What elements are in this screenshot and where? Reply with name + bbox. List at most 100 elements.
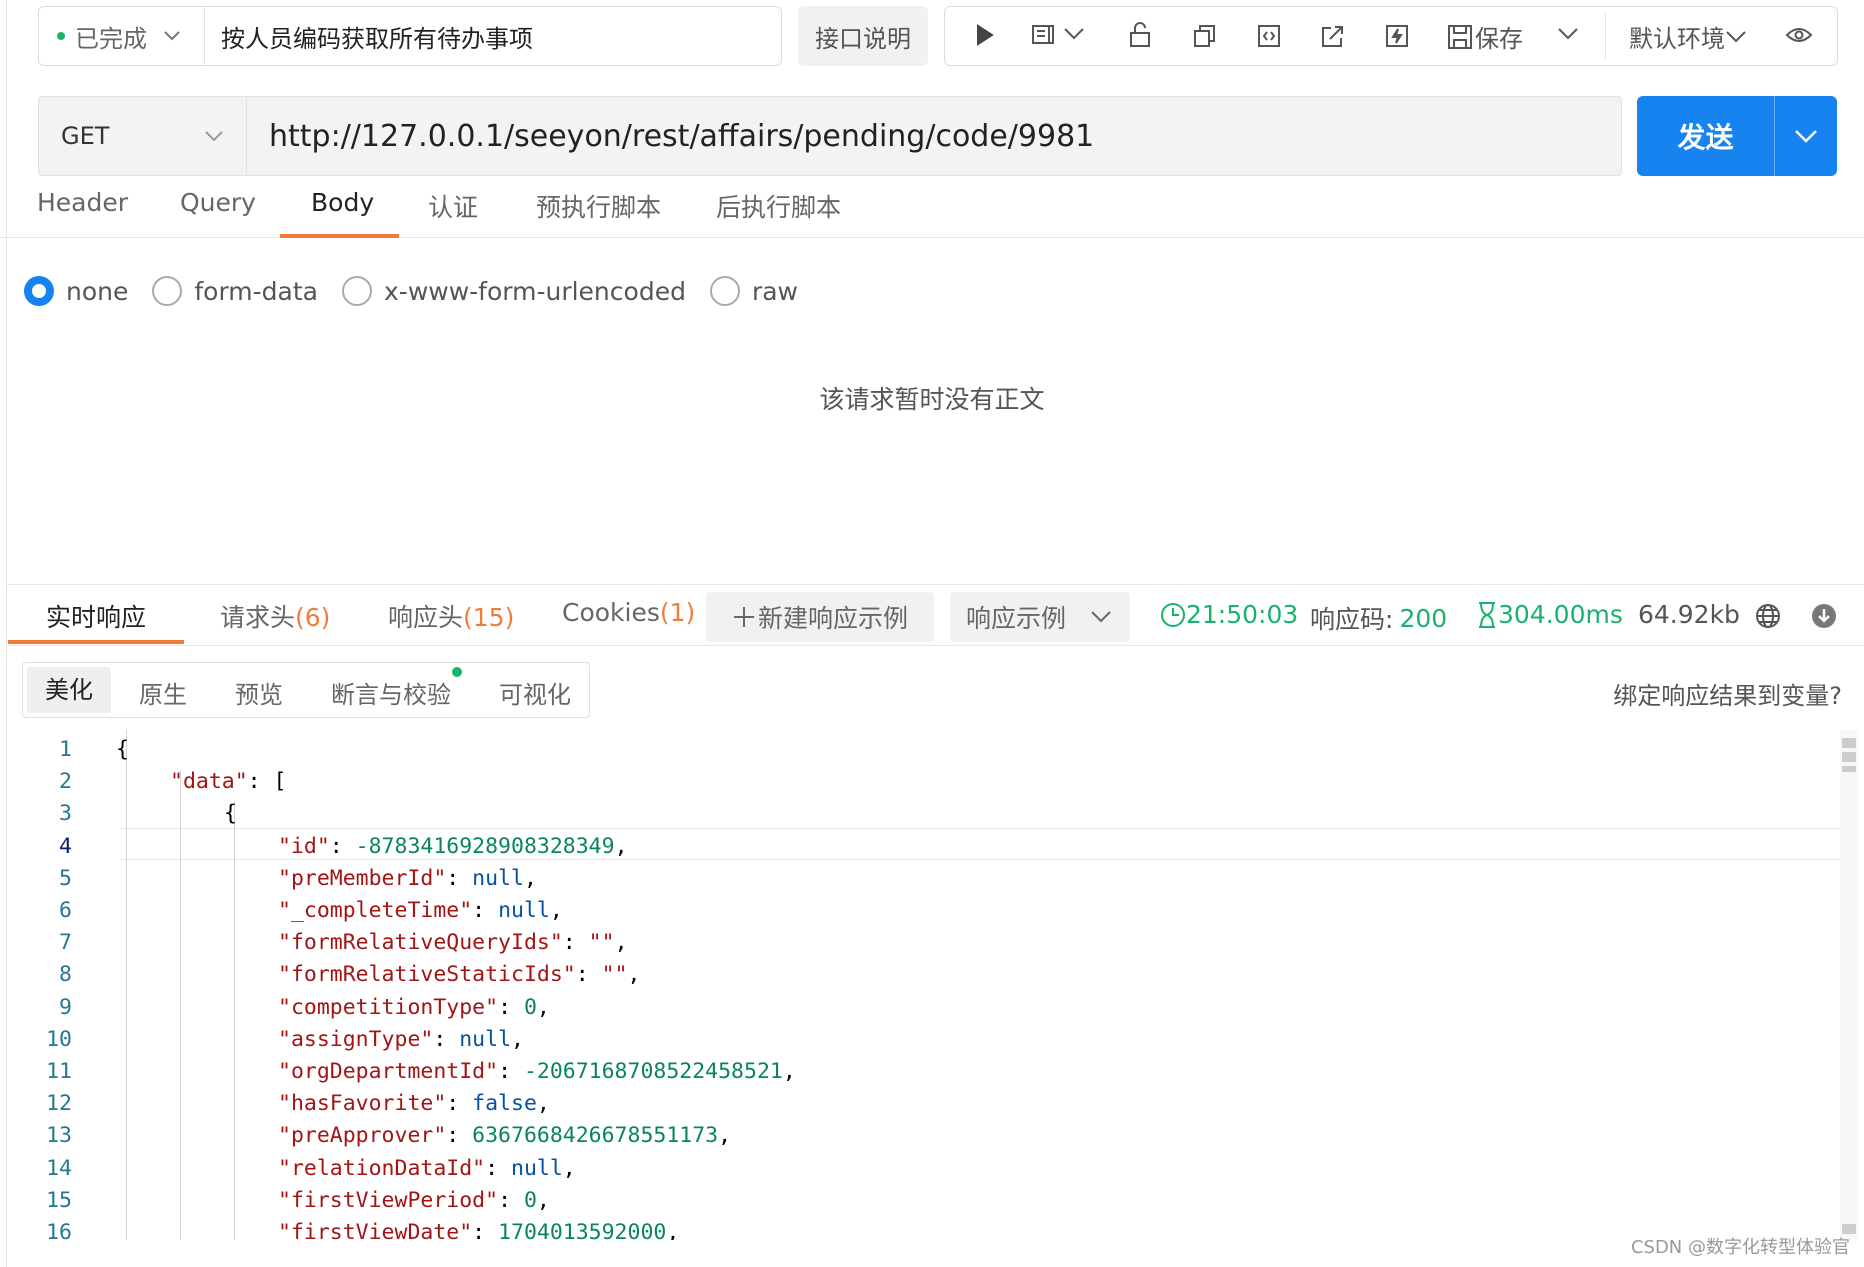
code-line: 10 "assignType": null,: [6, 1024, 1846, 1056]
download-icon[interactable]: [1810, 602, 1838, 634]
json-literal: null: [498, 898, 550, 923]
tab-auth[interactable]: 认证: [428, 188, 478, 224]
code-line: 11 "orgDepartmentId": -206716870852245852…: [6, 1056, 1846, 1088]
json-number: 6367668426678551173: [472, 1123, 719, 1149]
share-icon[interactable]: [1321, 24, 1345, 48]
json-punctuation: ,: [614, 930, 628, 956]
request-tabs: Header Query Body 认证 预执行脚本 后执行脚本: [0, 180, 1864, 238]
quick-view-icon[interactable]: [1031, 24, 1057, 46]
json-punctuation: ,: [718, 1123, 732, 1149]
code-text: "_completeTime": null,: [278, 895, 563, 927]
json-key-or-string: "firstViewDate": [278, 1220, 473, 1240]
clock-icon: [1161, 602, 1185, 627]
body-type-label: x-www-form-urlencoded: [384, 276, 686, 306]
method-select[interactable]: GET: [39, 97, 247, 175]
tab-post-script[interactable]: 后执行脚本: [716, 188, 841, 224]
json-punctuation: ,: [782, 1059, 796, 1084]
code-line: 12 "hasFavorite": false,: [6, 1088, 1846, 1120]
response-duration: 304.00ms: [1476, 600, 1623, 629]
tab-pre-script[interactable]: 预执行脚本: [536, 188, 661, 224]
chevron-down-icon[interactable]: [1063, 27, 1085, 41]
json-key-or-string: "_completeTime": [278, 898, 473, 923]
tab-query[interactable]: Query: [180, 188, 256, 217]
play-icon[interactable]: [975, 24, 995, 46]
tab-body[interactable]: Body: [311, 188, 374, 217]
send-options-button[interactable]: [1775, 96, 1837, 176]
example-select-label: 响应示例: [966, 604, 1067, 633]
json-punctuation: ,: [562, 1155, 576, 1181]
tab-raw[interactable]: 原生: [139, 675, 187, 710]
code-line: 3{: [6, 798, 1846, 830]
code-line: 14 "relationDataId": null,: [6, 1153, 1846, 1185]
count-badge: (1): [659, 598, 696, 627]
line-number: 1: [59, 737, 72, 762]
plus-icon: [733, 607, 754, 627]
tab-preview[interactable]: 预览: [235, 675, 283, 710]
line-number: 3: [59, 801, 72, 827]
line-number: 16: [46, 1220, 72, 1240]
radio-selected-icon: [24, 276, 54, 306]
new-example-button[interactable]: 新建响应示例: [706, 592, 934, 642]
line-number: 12: [46, 1091, 72, 1117]
copy-icon[interactable]: [1193, 24, 1217, 48]
code-text: {: [224, 798, 237, 830]
body-type-label: raw: [751, 276, 798, 306]
save-label: 保存: [1475, 25, 1523, 53]
chevron-down-icon[interactable]: [1557, 27, 1579, 41]
new-example-label: 新建响应示例: [757, 604, 908, 633]
body-type-form-data[interactable]: form-data: [152, 276, 318, 306]
tab-cookies[interactable]: Cookies(1): [562, 598, 695, 627]
lock-icon[interactable]: [1129, 22, 1151, 48]
url-input[interactable]: http://127.0.0.1/seeyon/rest/affairs/pen…: [247, 119, 1094, 154]
code-scrollbar[interactable]: [1840, 730, 1858, 1240]
json-key-or-string: "formRelativeQueryIds": [278, 930, 563, 956]
chevron-down-icon: [164, 31, 180, 41]
tab-label: 响应头: [388, 603, 464, 632]
line-number: 2: [59, 769, 72, 795]
body-type-raw[interactable]: raw: [709, 276, 798, 306]
send-button[interactable]: 发送: [1637, 96, 1775, 176]
json-punctuation: {: [116, 737, 129, 762]
response-size: 64.92kb: [1638, 600, 1740, 629]
save-button[interactable]: 保存: [1447, 19, 1523, 54]
tab-realtime-response[interactable]: 实时响应: [46, 598, 146, 634]
tab-response-headers[interactable]: 响应头(15): [388, 598, 514, 634]
tab-assertions[interactable]: 断言与校验: [331, 675, 451, 710]
response-view-tabs: 美化 原生 预览 断言与校验 可视化: [22, 662, 590, 718]
json-key-or-string: "relationDataId": [278, 1155, 486, 1181]
line-number: 7: [59, 930, 72, 956]
code-text: "preApprover": 6367668426678551173,: [278, 1120, 731, 1152]
body-type-label: none: [66, 276, 129, 306]
hourglass-icon: [1479, 601, 1495, 628]
body-type-urlencoded[interactable]: x-www-form-urlencoded: [342, 276, 686, 306]
tab-header[interactable]: Header: [37, 188, 128, 217]
eye-icon[interactable]: [1785, 25, 1813, 45]
api-name-input[interactable]: 按人员编码获取所有待办事项: [205, 19, 533, 54]
response-tabs-divider: [6, 645, 1864, 646]
example-select[interactable]: 响应示例: [950, 592, 1130, 642]
environment-select[interactable]: 默认环境: [1629, 19, 1747, 54]
count-badge: (6): [295, 603, 331, 632]
tab-visualize[interactable]: 可视化: [499, 675, 571, 710]
active-tab-indicator: [280, 234, 399, 238]
flash-icon[interactable]: [1385, 24, 1409, 48]
status-select[interactable]: 已完成: [39, 7, 205, 65]
body-type-label: form-data: [194, 276, 318, 306]
json-punctuation: :: [498, 994, 524, 1020]
json-punctuation: :: [575, 962, 602, 988]
assertion-status-dot: [452, 667, 462, 677]
json-punctuation: :: [485, 1155, 511, 1181]
api-doc-button[interactable]: 接口说明: [798, 6, 928, 66]
tab-pretty[interactable]: 美化: [27, 667, 111, 713]
code-text: "formRelativeQueryIds": "",: [278, 927, 628, 959]
globe-icon[interactable]: [1754, 602, 1782, 634]
line-number: 14: [46, 1155, 72, 1181]
chevron-down-icon: [1726, 30, 1746, 42]
bind-result-link[interactable]: 绑定响应结果到变量?: [1613, 676, 1842, 711]
tab-request-headers[interactable]: 请求头(6): [220, 598, 330, 634]
code-icon[interactable]: [1257, 24, 1281, 48]
json-punctuation: : [: [247, 769, 287, 795]
code-text: "data": [: [170, 766, 287, 798]
body-type-none[interactable]: none: [24, 276, 128, 306]
response-code-viewer[interactable]: 1{2 "data": [3{4 "id": -878341692890832834…: [6, 730, 1846, 1240]
